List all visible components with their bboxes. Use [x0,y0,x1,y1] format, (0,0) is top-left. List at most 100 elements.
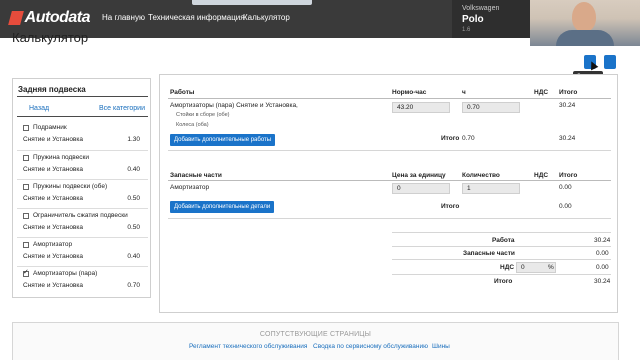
summary-divider [392,274,611,275]
work-row-total: 30.24 [559,102,576,109]
item-name: Пружины подвески (обе) [33,183,108,190]
item-time: 0.40 [127,166,140,173]
sidebar-links-divider [17,116,148,117]
presenter-shirt [556,30,614,46]
works-header-divider [168,98,611,99]
item-operation: Снятие и Установка [23,282,83,289]
summary-divider [392,259,611,260]
sidebar-item-coil-spring[interactable]: Пружина подвески Снятие и Установка 0.40 [17,153,148,179]
item-divider [17,266,148,267]
sidebar-item-bump-stop[interactable]: Ограничитель сжатия подвески Снятие и Ус… [17,211,148,237]
parts-header-unit-price: Цена за единицу [392,172,446,179]
summary-divider [392,246,611,247]
summary-total-label: Итого [494,278,513,285]
item-operation: Снятие и Установка [23,253,83,260]
all-categories-link[interactable]: Все категории [99,105,145,112]
item-checkbox[interactable] [23,125,29,131]
parts-header-divider [168,180,611,181]
nav-home[interactable]: На главную [102,13,145,22]
item-checkbox[interactable] [23,242,29,248]
vehicle-info-panel[interactable]: Volkswagen Polo 1.6 [452,0,530,38]
item-divider [17,208,148,209]
link-maintenance-schedule[interactable]: Регламент технического обслуживания [189,343,307,350]
part-row-total: 0.00 [559,184,572,191]
item-divider [17,150,148,151]
page-title: Калькулятор [12,30,89,45]
vehicle-make: Volkswagen [462,5,500,12]
item-operation: Снятие и Установка [23,166,83,173]
unit-price-input[interactable]: 0 [392,183,450,194]
print-button[interactable] [604,55,616,69]
parts-total-label: Итого [441,203,460,210]
item-checkbox-checked[interactable] [23,268,29,277]
quantity-input[interactable]: 1 [462,183,520,194]
browser-address-bar[interactable] [192,0,312,5]
works-header-hours: ч [462,89,466,96]
works-header-total: Итого [559,89,578,96]
logo-mark-icon [8,11,24,25]
works-header-work: Работы [170,89,195,96]
works-total-label: Итого [441,135,460,142]
summary-parts-value: 0.00 [596,250,609,257]
calculator-panel: Работы Нормо-час ч НДС Итого Амортизатор… [159,74,618,313]
summary-work-label: Работа [492,237,515,244]
work-row-title: Амортизаторы (пара) Снятие и Установка, [170,102,298,109]
works-total-hours: 0.70 [462,135,475,142]
logo-text: Autodata [24,9,91,26]
item-name: Ограничитель сжатия подвески [33,212,128,219]
nav-technical-info[interactable]: Техническая информация [148,13,245,22]
item-checkbox[interactable] [23,213,29,219]
item-operation: Снятие и Установка [23,224,83,231]
norm-hour-rate-input[interactable]: 43.20 [392,102,450,113]
summary-vat-value: 0.00 [596,264,609,271]
works-total-value: 30.24 [559,135,576,142]
item-time: 0.50 [127,224,140,231]
works-section-divider [168,150,611,151]
item-time: 1.30 [127,136,140,143]
sidebar-title: Задняя подвеска [18,85,86,94]
item-operation: Снятие и Установка [23,195,83,202]
parts-header-part: Запасные части [170,172,222,179]
item-checkbox[interactable] [23,184,29,190]
autodata-logo[interactable]: Autodata [8,6,91,30]
link-service-summary[interactable]: Сводка по сервисному обслуживанию [313,343,428,350]
hours-input[interactable]: 0.70 [462,102,520,113]
summary-total-value: 30.24 [594,278,611,285]
parts-total-value: 0.00 [559,203,572,210]
parts-header-total: Итого [559,172,578,179]
work-row-sub1: Стойки в сборе (обе) [176,112,230,118]
sidebar-item-coil-springs-both[interactable]: Пружины подвески (обе) Снятие и Установк… [17,182,148,208]
item-time: 0.40 [127,253,140,260]
part-row-name: Амортизатор [170,184,210,191]
nav-calculator[interactable]: Калькулятор [243,13,290,22]
summary-top-divider [392,232,611,233]
webcam-overlay [530,0,640,46]
related-pages-footer: СОПУТСТВУЮЩИЕ СТРАНИЦЫ Регламент техниче… [12,322,619,360]
parts-header-qty: Количество [462,172,500,179]
item-divider [17,179,148,180]
parts-section-divider [168,218,611,219]
vat-percent-sign: % [548,264,554,271]
related-pages-title: СОПУТСТВУЮЩИЕ СТРАНИЦЫ [259,331,372,338]
summary-parts-label: Запасные части [463,250,515,257]
back-link[interactable]: Назад [29,105,49,112]
works-header-norm-hours: Нормо-час [392,89,427,96]
parts-header-vat: НДС [534,172,549,179]
item-divider [17,237,148,238]
item-checkbox[interactable] [23,155,29,161]
sidebar-item-shock-absorbers-pair[interactable]: Амортизаторы (пара) Снятие и Установка 0… [17,268,148,295]
sidebar-item-subframe[interactable]: Подрамник Снятие и Установка 1.30 [17,123,148,149]
item-name: Амортизаторы (пара) [33,270,98,277]
summary-work-value: 30.24 [594,237,611,244]
work-row-sub2: Колеса (оба) [176,122,209,128]
item-operation: Снятие и Установка [23,136,83,143]
link-tyres[interactable]: Шины [432,343,450,350]
presenter-head [572,2,596,32]
summary-vat-label: НДС [500,264,515,271]
add-works-button[interactable]: Добавить дополнительные работы [170,134,276,146]
add-parts-button[interactable]: Добавить дополнительные детали [170,201,275,213]
item-time: 0.50 [127,195,140,202]
item-name: Амортизатор [33,241,73,248]
works-header-vat: НДС [534,89,549,96]
sidebar-item-shock-absorber[interactable]: Амортизатор Снятие и Установка 0.40 [17,240,148,266]
